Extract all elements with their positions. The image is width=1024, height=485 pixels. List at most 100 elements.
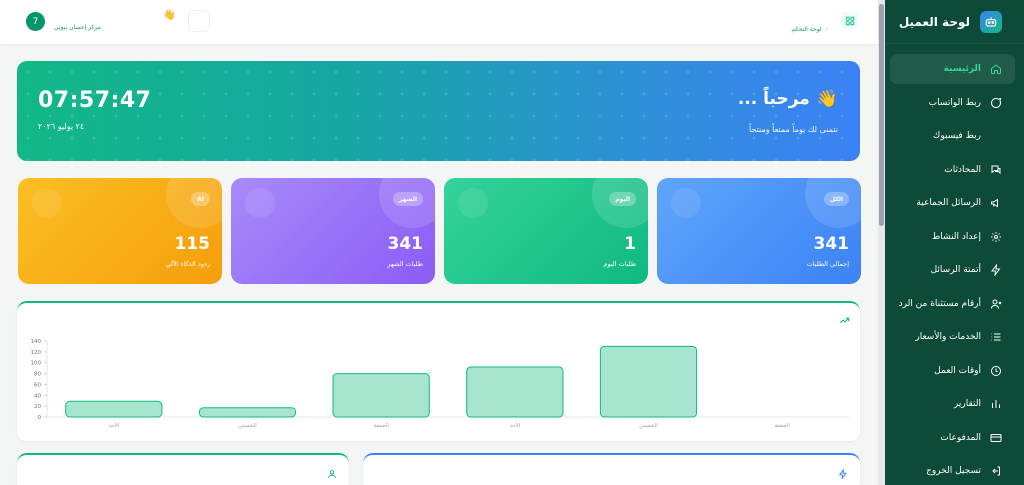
y-tick-label: 60 [34, 382, 41, 388]
welcome-banner: 👋 مرحباً ... نتمنى لك يوماً ممتعاً ومنتج… [17, 61, 860, 161]
sidebar-item-label: ربط الواتساب [928, 97, 981, 108]
sidebar-item-label: أتمتة الرسائل [930, 265, 981, 275]
users-card [17, 453, 349, 485]
stat-value: 1 [624, 234, 636, 254]
sidebar-item-label: التقارير [953, 399, 981, 409]
y-tick-label: 120 [31, 350, 42, 356]
x-tick-label: الجمعة [373, 423, 389, 429]
sidebar-item-label: إعداد النشاط [931, 231, 981, 242]
sidebar-item-label: الرسائل الجماعية [916, 198, 981, 208]
sidebar-item-services[interactable]: الخدمات والأسعار [890, 322, 1015, 352]
chat-bubble-icon [989, 96, 1003, 110]
home-icon [989, 62, 1003, 76]
facebook-icon [989, 129, 1003, 143]
sidebar-item-label: تسجيل الخروج [926, 466, 981, 476]
sidebar-item-label: ربط فيسبوك [932, 131, 981, 141]
greeting-text: مرحباً ... [737, 89, 810, 109]
sidebar-item-logout[interactable]: تسجيل الخروج [890, 456, 1015, 485]
sidebar-item-facebook[interactable]: ربط فيسبوك [890, 121, 1015, 151]
conversations-icon [989, 163, 1003, 177]
sidebar-item-excluded-numbers[interactable]: أرقام مستثناة من الرد [890, 289, 1015, 319]
user-x-icon [989, 297, 1003, 311]
sidebar-item-broadcast[interactable]: الرسائل الجماعية [890, 188, 1015, 218]
sidebar-item-whatsapp[interactable]: ربط الواتساب [890, 88, 1015, 118]
credit-card-icon [989, 431, 1003, 445]
sidebar-header: لوحة العميل [878, 0, 1024, 44]
grid-icon[interactable] [841, 12, 858, 29]
sidebar-menu: الرئيسية ربط الواتساب ربط فيسبوك المحادث… [878, 44, 1024, 485]
sidebar-item-automation[interactable]: أتمتة الرسائل [890, 255, 1015, 285]
x-tick-label: الخميس [238, 423, 257, 429]
trending-up-icon [839, 315, 850, 326]
chart-bar [599, 345, 698, 418]
waving-hand-icon: 👋 [163, 10, 176, 21]
sidebar-scrollbar[interactable] [878, 0, 885, 485]
stat-value: 115 [174, 234, 211, 254]
sidebar-item-reports[interactable]: التقارير [890, 389, 1015, 419]
list-icon [989, 330, 1003, 344]
sidebar-item-conversations[interactable]: المحادثات [890, 155, 1015, 185]
sidebar-item-business-setup[interactable]: إعداد النشاط [890, 222, 1015, 252]
gear-icon [989, 230, 1003, 244]
sidebar-item-label: أرقام مستثناة من الرد [898, 298, 981, 309]
y-tick-label: 40 [34, 393, 41, 399]
chart-bar [466, 366, 564, 418]
chart-bar [198, 407, 297, 418]
chart-bar [332, 373, 430, 418]
sidebar-title: لوحة العميل [898, 14, 970, 29]
sidebar-item-home[interactable]: الرئيسية [890, 54, 1015, 84]
stat-value: 341 [813, 234, 850, 254]
stat-card-month-orders: الشهر 341 طلبات الشهر [231, 178, 435, 284]
sidebar: لوحة العميل الرئيسية ربط الواتساب ربط في… [878, 0, 1024, 485]
orders-chart-card: 0 20 40 60 80 100 120 140 الأحد الخميس الجمعة الأحد… [17, 301, 860, 441]
decorative-circle [671, 188, 701, 218]
stat-value: 341 [387, 234, 424, 254]
live-clock: 07:57:47 [38, 88, 152, 113]
y-tick-label: 80 [34, 372, 41, 378]
header-action-button[interactable] [188, 10, 210, 32]
welcome-heading: 👋 مرحباً ... [738, 89, 838, 109]
current-date: ٢٤ يوليو ٢٠٢٦ [38, 122, 85, 131]
sidebar-item-label: الخدمات والأسعار [915, 332, 981, 342]
stat-card-ai-replies: AI 115 ردود الذكاء الآلي [18, 178, 222, 284]
breadcrumb-home[interactable]: لوحة التحكم [791, 26, 821, 33]
sidebar-item-payments[interactable]: المدفوعات [890, 423, 1015, 453]
sidebar-item-label: أوقات العمل [934, 365, 981, 376]
y-tick-label: 100 [31, 361, 42, 367]
clock-icon [989, 364, 1003, 378]
lightning-icon [989, 263, 1003, 277]
sidebar-item-working-hours[interactable]: أوقات العمل [890, 356, 1015, 386]
stat-badge: اليوم [609, 192, 636, 206]
avatar[interactable]: 7 [26, 12, 45, 31]
waving-hand-icon: 👋 [816, 89, 838, 109]
orders-bar-chart: 0 20 40 60 80 100 120 140 الأحد الخميس الجمعة الأحد… [31, 339, 849, 429]
lightning-icon [838, 469, 848, 479]
chart-bar [65, 400, 163, 418]
stat-badge: AI [191, 192, 210, 206]
stat-label: إجمالي الطلبات [806, 260, 849, 268]
stat-badge: الشهر [392, 192, 423, 206]
automation-card [363, 453, 860, 485]
breadcrumb: › لوحة التحكم [791, 26, 828, 33]
sidebar-item-label: المحادثات [944, 164, 981, 175]
x-tick-label: الأحد [108, 421, 119, 429]
stat-badge: الكل [823, 192, 849, 206]
y-tick-label: 0 [38, 415, 42, 421]
x-tick-label: الأحد [509, 421, 520, 429]
stat-label: طلبات الشهر [387, 260, 423, 268]
bar-chart-icon [989, 397, 1003, 411]
account-name: مركز إحسان بيوتي [54, 24, 101, 31]
x-tick-label: الخميس [639, 423, 658, 429]
robot-icon [980, 10, 1002, 33]
stat-card-total-orders: الكل 341 إجمالي الطلبات [657, 178, 861, 284]
decorative-circle [458, 188, 488, 218]
decorative-circle [32, 188, 62, 218]
scrollbar-thumb[interactable] [879, 4, 884, 226]
megaphone-icon [989, 196, 1003, 210]
logout-icon [989, 464, 1003, 478]
sidebar-item-label: الرئيسية [943, 64, 981, 74]
greeting-subtitle: نتمنى لك يوماً ممتعاً ومنتجاً [749, 125, 838, 134]
top-bar: › لوحة التحكم 👋 مركز إحسان بيوتي 7 [0, 0, 878, 44]
stat-label: طلبات اليوم [603, 260, 636, 268]
stat-card-today-orders: اليوم 1 طلبات اليوم [444, 178, 648, 284]
